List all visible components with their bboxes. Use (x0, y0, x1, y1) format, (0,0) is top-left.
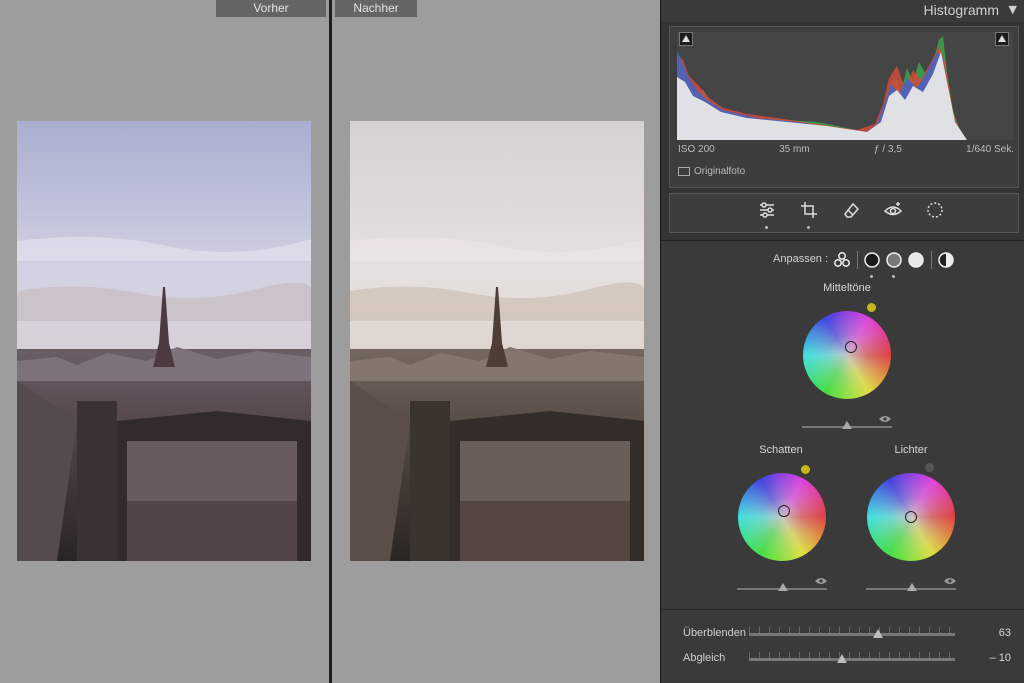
redeye-icon[interactable] (880, 200, 906, 224)
triangle-down-icon[interactable]: ▼ (1009, 3, 1017, 16)
histogram-header[interactable]: Histogramm ▼ (661, 0, 1024, 22)
midtones-mode-icon[interactable] (885, 251, 903, 269)
highlights-color-wheel[interactable] (867, 473, 955, 561)
compare-view: Vorher Nachher (0, 0, 660, 683)
shadows-color-wheel[interactable] (738, 473, 826, 561)
blend-slider-thumb[interactable] (873, 629, 883, 638)
tool-edited-dot (807, 226, 810, 229)
midtones-indicator (867, 303, 876, 312)
before-pane: Vorher (0, 0, 329, 683)
highlights-eye-icon[interactable] (944, 570, 956, 584)
midtones-eye-icon[interactable] (879, 408, 891, 422)
adjust-label: Anpassen : (773, 253, 829, 265)
midtones-label: Mitteltöne (823, 282, 871, 294)
adjust-mode-row: Anpassen : (661, 249, 1024, 278)
exif-shutter: 1/640 Sek. (966, 144, 1014, 155)
exif-info: ISO 200 35 mm ƒ / 3,5 1/640 Sek. (678, 144, 1014, 155)
highlights-wheel-handle[interactable] (905, 511, 917, 523)
histogram-panel: ISO 200 35 mm ƒ / 3,5 1/640 Sek. Origina… (669, 26, 1019, 188)
highlights-mode-icon[interactable] (907, 251, 925, 269)
blend-label: Überblenden (683, 627, 746, 639)
balance-slider-thumb[interactable] (837, 654, 847, 663)
exif-iso: ISO 200 (678, 144, 715, 155)
color-grading-panel: Anpassen : Mitteltöne Schatten Lichter Ü… (661, 240, 1024, 683)
mode-separator (931, 251, 932, 269)
shadows-luminance-thumb[interactable] (778, 583, 788, 591)
right-panel: Histogramm ▼ ISO 200 35 mm ƒ / 3,5 1/640… (660, 0, 1024, 683)
crop-icon[interactable] (796, 200, 822, 229)
original-photo-toggle[interactable]: Originalfoto (678, 166, 745, 177)
shadows-eye-icon[interactable] (815, 570, 827, 584)
mode-separator (857, 251, 858, 269)
section-divider (661, 609, 1024, 610)
before-photo[interactable] (17, 121, 311, 561)
shadows-indicator (801, 465, 810, 474)
highlights-luminance-thumb[interactable] (907, 583, 917, 591)
midtones-luminance-thumb[interactable] (842, 421, 852, 429)
histogram-graph (677, 32, 1013, 140)
highlights-indicator (925, 463, 934, 472)
exif-focal-length: 35 mm (779, 144, 810, 155)
balance-label: Abgleich (683, 652, 726, 664)
midtones-color-wheel[interactable] (803, 311, 891, 399)
original-photo-checkbox[interactable] (678, 167, 690, 176)
after-photo[interactable] (350, 121, 644, 561)
shadow-clipping-icon[interactable] (679, 32, 693, 46)
shadows-label: Schatten (759, 444, 803, 456)
shadows-mode-icon[interactable] (863, 251, 881, 269)
balance-slider-track[interactable] (749, 658, 955, 661)
after-pane: Nachher (332, 0, 660, 683)
before-photo-image (17, 121, 311, 561)
original-photo-label: Originalfoto (694, 166, 746, 177)
exif-aperture: ƒ / 3,5 (873, 144, 902, 155)
after-label: Nachher (335, 0, 417, 17)
mask-icon[interactable] (922, 200, 948, 224)
histogram-title: Histogramm (923, 2, 999, 18)
before-label: Vorher (216, 0, 326, 17)
blend-slider-track[interactable] (749, 633, 955, 636)
active-tool-dot (765, 226, 768, 229)
blend-value[interactable]: 63 (999, 627, 1011, 639)
balance-slider-row: Abgleich – 10 (661, 649, 1024, 669)
blend-slider-row: Überblenden 63 (661, 624, 1024, 644)
highlight-clipping-icon[interactable] (995, 32, 1009, 46)
midtones-mode-dot (892, 275, 895, 278)
eraser-icon[interactable] (838, 200, 864, 224)
after-photo-image (350, 121, 644, 561)
midtones-wheel-handle[interactable] (845, 341, 857, 353)
balance-value[interactable]: – 10 (990, 652, 1011, 664)
shadows-mode-dot (870, 275, 873, 278)
shadows-wheel-handle[interactable] (778, 505, 790, 517)
three-way-icon[interactable] (833, 251, 851, 269)
tool-strip (669, 193, 1019, 233)
global-mode-icon[interactable] (937, 251, 955, 269)
highlights-label: Lichter (894, 444, 928, 456)
sliders-icon[interactable] (754, 200, 780, 229)
